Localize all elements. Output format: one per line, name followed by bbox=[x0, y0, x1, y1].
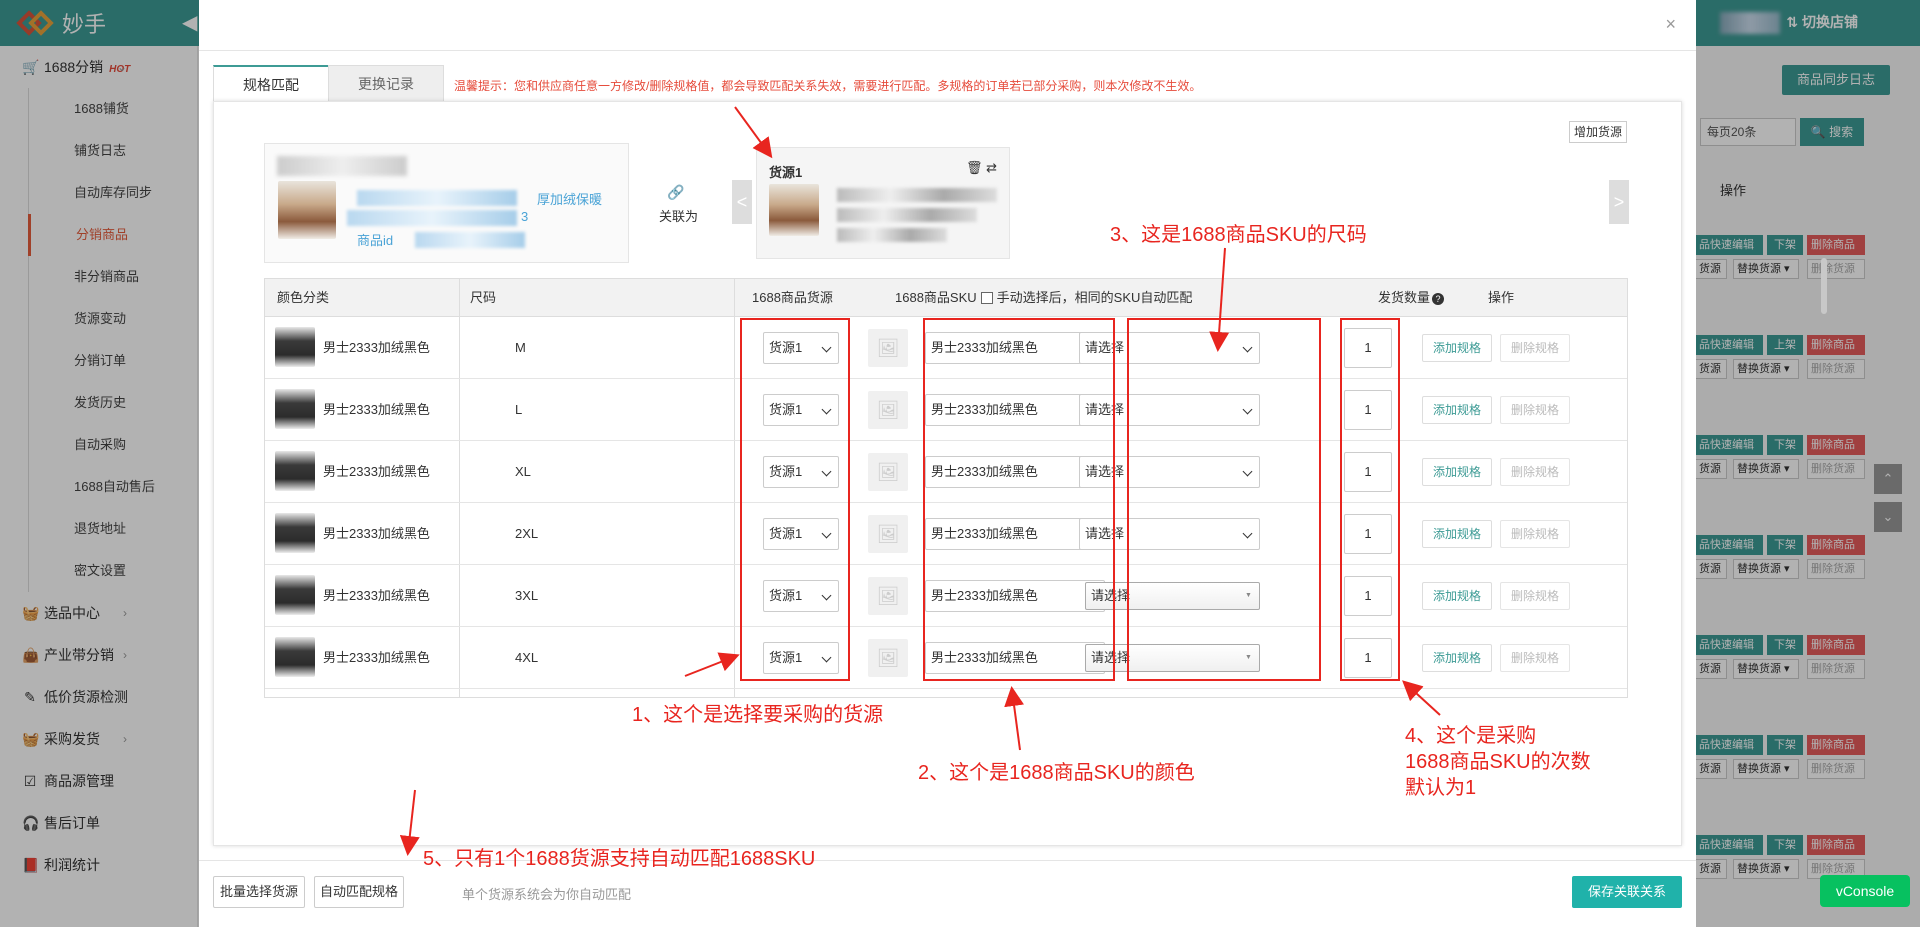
annotation-4: 4、这个是采购 1688商品SKU的次数 默认为1 bbox=[1405, 723, 1591, 801]
col-sku-label: 1688商品SKU bbox=[895, 290, 977, 305]
manual-match-checkbox[interactable] bbox=[980, 291, 993, 304]
image-placeholder-icon: 🖼 bbox=[868, 515, 908, 553]
product-card: 厚加绒保暖 3 商品id bbox=[264, 143, 629, 263]
blurred-text bbox=[837, 188, 997, 202]
link-icon: 🔗 bbox=[667, 184, 685, 200]
col-qty-label: 发货数量 bbox=[1378, 290, 1431, 305]
close-icon[interactable]: × bbox=[1665, 14, 1676, 35]
sku-image bbox=[275, 575, 315, 615]
image-placeholder-icon: 🖼 bbox=[868, 391, 908, 429]
add-spec-button[interactable]: 添加规格 bbox=[1422, 520, 1492, 548]
vconsole-button[interactable]: vConsole bbox=[1820, 875, 1910, 907]
blurred-text bbox=[357, 190, 517, 206]
sku-color-name: 男士2333加绒黑色 bbox=[323, 402, 430, 417]
sku-size-name: L bbox=[515, 402, 523, 417]
annotation-box-qty bbox=[1340, 318, 1400, 681]
annotation-1: 1、这个是选择要采购的货源 bbox=[632, 704, 884, 726]
source-card[interactable]: 货源1 🗑 ⇄ bbox=[756, 147, 1010, 259]
add-spec-button[interactable]: 添加规格 bbox=[1422, 582, 1492, 610]
annotation-3: 3、这是1688商品SKU的尺码 bbox=[1110, 224, 1367, 246]
source-card-actions: 🗑 ⇄ bbox=[966, 160, 997, 176]
link-label: 关联为 bbox=[659, 209, 699, 224]
sku-image bbox=[275, 513, 315, 553]
sku-image bbox=[275, 389, 315, 429]
image-placeholder-icon: 🖼 bbox=[868, 453, 908, 491]
sku-color-name: 男士2333加绒黑色 bbox=[323, 340, 430, 355]
add-spec-button[interactable]: 添加规格 bbox=[1422, 334, 1492, 362]
col-source: 1688商品货源 bbox=[752, 290, 833, 305]
sku-color-name: 男士2333加绒黑色 bbox=[323, 650, 430, 665]
source-image bbox=[769, 184, 819, 236]
sku-color-name: 男士2333加绒黑色 bbox=[323, 588, 430, 603]
sku-size-name: 2XL bbox=[515, 526, 539, 541]
delete-spec-button[interactable]: 删除规格 bbox=[1500, 334, 1570, 362]
col-sku: 1688商品SKU 手动选择后，相同的SKU自动匹配 bbox=[895, 279, 1192, 317]
delete-spec-button[interactable]: 删除规格 bbox=[1500, 396, 1570, 424]
col-color: 颜色分类 bbox=[277, 290, 330, 305]
col-operation: 操作 bbox=[1488, 290, 1515, 305]
annotation-4-line3: 默认为1 bbox=[1405, 777, 1477, 799]
swap-icon[interactable]: ⇄ bbox=[986, 160, 997, 175]
sku-size-name: M bbox=[515, 340, 526, 355]
annotation-5: 5、只有1个1688货源支持自动匹配1688SKU bbox=[423, 848, 816, 870]
add-spec-button[interactable]: 添加规格 bbox=[1422, 644, 1492, 672]
sku-image bbox=[275, 451, 315, 491]
image-placeholder-icon: 🖼 bbox=[868, 329, 908, 367]
footer-tip: 单个货源系统会为你自动匹配 bbox=[462, 887, 632, 902]
trash-icon[interactable]: 🗑 bbox=[966, 160, 983, 175]
annotation-box-sku-size bbox=[1127, 318, 1321, 681]
annotation-box-sku-color bbox=[923, 318, 1115, 681]
delete-spec-button[interactable]: 删除规格 bbox=[1500, 582, 1570, 610]
tab-change-record[interactable]: 更换记录 bbox=[328, 65, 444, 102]
blurred-id bbox=[415, 232, 525, 248]
col-size: 尺码 bbox=[470, 290, 497, 305]
blurred-text bbox=[837, 228, 947, 242]
table-scrollbar[interactable] bbox=[1821, 258, 1827, 314]
manual-match-label: 手动选择后，相同的SKU自动匹配 bbox=[996, 290, 1193, 305]
sku-color-name: 男士2333加绒黑色 bbox=[323, 464, 430, 479]
blurred-text bbox=[347, 210, 517, 226]
sku-size-name: 3XL bbox=[515, 588, 539, 603]
annotation-2: 2、这个是1688商品SKU的颜色 bbox=[918, 762, 1195, 784]
next-source-button[interactable]: > bbox=[1609, 180, 1629, 224]
sku-size-name: 4XL bbox=[515, 650, 539, 665]
product-title-link[interactable]: 厚加绒保暖 bbox=[537, 189, 602, 208]
product-title-link-line2[interactable]: 3 bbox=[521, 209, 528, 224]
source-card-title: 货源1 bbox=[769, 165, 803, 180]
delete-spec-button[interactable]: 删除规格 bbox=[1500, 644, 1570, 672]
batch-select-source-button[interactable]: 批量选择货源 bbox=[213, 876, 305, 908]
sku-color-name: 男士2333加绒黑色 bbox=[323, 526, 430, 541]
annotation-box-source bbox=[740, 318, 850, 681]
auto-match-button[interactable]: 自动匹配规格 bbox=[314, 876, 404, 908]
product-id-label: 商品id bbox=[357, 233, 394, 248]
table-header: 颜色分类 尺码 1688商品货源 1688商品SKU 手动选择后，相同的SKU自动… bbox=[265, 279, 1627, 317]
help-icon[interactable]: ? bbox=[1432, 293, 1445, 305]
prev-source-button[interactable]: < bbox=[732, 180, 752, 224]
image-placeholder-icon: 🖼 bbox=[868, 639, 908, 677]
image-placeholder-icon: 🖼 bbox=[868, 577, 908, 615]
warning-tip: 温馨提示：您和供应商任意一方修改/删除规格值，都会导致匹配关系失效，需要进行匹配… bbox=[454, 79, 1202, 93]
sku-size-name: XL bbox=[515, 464, 531, 479]
product-image bbox=[278, 181, 336, 239]
add-spec-button[interactable]: 添加规格 bbox=[1422, 458, 1492, 486]
delete-spec-button[interactable]: 删除规格 bbox=[1500, 520, 1570, 548]
add-spec-button[interactable]: 添加规格 bbox=[1422, 396, 1492, 424]
col-qty: 发货数量? bbox=[1378, 279, 1445, 317]
add-source-button[interactable]: 增加货源 bbox=[1569, 121, 1627, 143]
save-relation-button[interactable]: 保存关联关系 bbox=[1572, 876, 1682, 908]
annotation-4-line2: 1688商品SKU的次数 bbox=[1405, 751, 1591, 773]
delete-spec-button[interactable]: 删除规格 bbox=[1500, 458, 1570, 486]
sku-image bbox=[275, 637, 315, 677]
product-title-blurred bbox=[277, 156, 407, 176]
annotation-4-line1: 4、这个是采购 bbox=[1405, 725, 1537, 747]
tab-spec-match[interactable]: 规格匹配 bbox=[213, 65, 329, 102]
divider bbox=[199, 50, 1696, 51]
blurred-text bbox=[837, 208, 977, 222]
sku-image bbox=[275, 327, 315, 367]
